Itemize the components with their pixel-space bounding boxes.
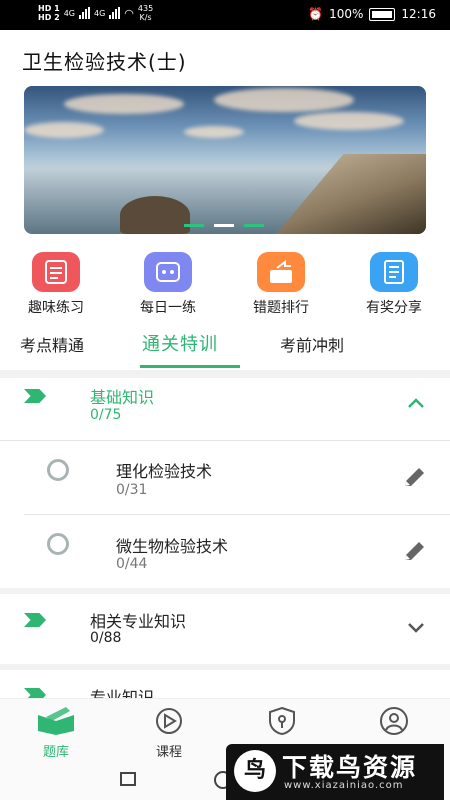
- carousel-dot[interactable]: [244, 224, 264, 227]
- quick-action-fun-practice[interactable]: 趣味练习: [6, 252, 106, 317]
- network-type-1: 4G: [63, 8, 75, 18]
- question-bank-icon: [38, 707, 74, 735]
- tab-special-training[interactable]: 通关特训: [142, 330, 218, 356]
- chevron-down-icon[interactable]: [406, 620, 426, 634]
- hd-indicator-1: HD 1: [38, 4, 60, 13]
- tab-pre-exam-sprint[interactable]: 考前冲刺: [280, 332, 344, 356]
- category-count: 0/75: [90, 407, 122, 423]
- quick-action-label: 错题排行: [253, 300, 309, 316]
- divider: [0, 440, 450, 441]
- recent-apps-icon[interactable]: [120, 772, 136, 786]
- category-title: 相关专业知识: [90, 612, 187, 631]
- subcategory-count: 0/31: [116, 482, 148, 498]
- chevron-up-icon[interactable]: [406, 396, 426, 410]
- section-divider: [0, 588, 450, 594]
- watermark: 鸟 下载鸟资源 www.xiazainiao.com: [226, 744, 444, 800]
- quick-action-label: 每日一练: [140, 300, 196, 316]
- cloud-shape: [24, 122, 104, 138]
- alarm-icon: ⏰: [308, 7, 324, 21]
- signal-icon-2: [109, 7, 121, 19]
- hd-indicator-2: HD 2: [38, 13, 60, 22]
- share-icon: [370, 252, 418, 292]
- pencil-icon[interactable]: [402, 466, 428, 490]
- network-speed-unit: K/s: [139, 13, 152, 22]
- subcategory-title: 微生物检验技术: [116, 537, 229, 556]
- clock: 12:16: [401, 7, 436, 21]
- quick-action-wrong-ranking[interactable]: 错题排行: [231, 252, 331, 317]
- status-right: ⏰ 100% 12:16: [308, 7, 436, 21]
- cloud-shape: [294, 112, 404, 130]
- section-divider: [0, 370, 450, 378]
- banner-carousel[interactable]: [24, 86, 426, 234]
- watermark-text: 下载鸟资源: [282, 753, 418, 782]
- network-speed: 435: [137, 4, 154, 13]
- carousel-indicator: [184, 224, 264, 227]
- status-bar: HD 1 HD 2 4G 4G ◠ 435 K/s ⏰ 100% 12:16: [0, 0, 450, 30]
- category-count: 0/88: [90, 630, 122, 646]
- radio-circle[interactable]: [47, 533, 69, 555]
- wrong-rank-icon: [257, 252, 305, 292]
- carousel-dot-active[interactable]: [214, 224, 234, 227]
- nav-item-course[interactable]: 课程: [129, 707, 209, 760]
- tab-active-indicator: [140, 365, 240, 368]
- carousel-dot[interactable]: [184, 224, 204, 227]
- cloud-shape: [64, 94, 184, 114]
- network-type-2: 4G: [93, 8, 106, 18]
- subcategory-title: 理化检验技术: [116, 462, 213, 481]
- tab-key-points[interactable]: 考点精通: [20, 332, 84, 356]
- watermark-logo: 鸟: [234, 750, 276, 792]
- banner-rock: [120, 196, 190, 234]
- watermark-url: www.xiazainiao.com: [284, 780, 404, 791]
- nav-item-question-bank[interactable]: 题库: [16, 707, 96, 760]
- quick-action-reward-share[interactable]: 有奖分享: [344, 252, 444, 317]
- nav-label: 课程: [155, 745, 182, 760]
- flag-icon: [24, 389, 46, 403]
- radio-circle[interactable]: [47, 459, 69, 481]
- wifi-icon: ◠: [124, 6, 134, 20]
- battery-percent: 100%: [329, 7, 364, 21]
- quick-action-label: 趣味练习: [28, 300, 84, 316]
- status-left: HD 1 HD 2 4G 4G ◠ 435 K/s: [38, 4, 153, 22]
- subcategory-count: 0/44: [116, 556, 148, 572]
- flag-icon: [24, 613, 46, 627]
- signal-icon: [78, 7, 90, 19]
- quick-action-label: 有奖分享: [366, 300, 422, 316]
- cloud-shape: [214, 88, 354, 112]
- quiz-icon: [32, 252, 80, 292]
- category-title: 基础知识: [90, 388, 155, 407]
- banner-shore: [276, 154, 426, 234]
- daily-icon: [144, 252, 192, 292]
- cloud-shape: [184, 126, 244, 138]
- section-divider: [0, 664, 450, 670]
- play-icon: [156, 708, 182, 734]
- quick-action-daily-practice[interactable]: 每日一练: [118, 252, 218, 317]
- pencil-icon[interactable]: [402, 540, 428, 564]
- profile-icon: [380, 707, 408, 735]
- nav-label: 题库: [42, 745, 69, 760]
- divider: [24, 514, 450, 515]
- shield-icon: [269, 706, 295, 736]
- battery-icon: [369, 7, 396, 21]
- tab-bar: 考点精通 通关特训 考前冲刺: [0, 330, 450, 368]
- page-title: 卫生检验技术(士): [22, 50, 187, 74]
